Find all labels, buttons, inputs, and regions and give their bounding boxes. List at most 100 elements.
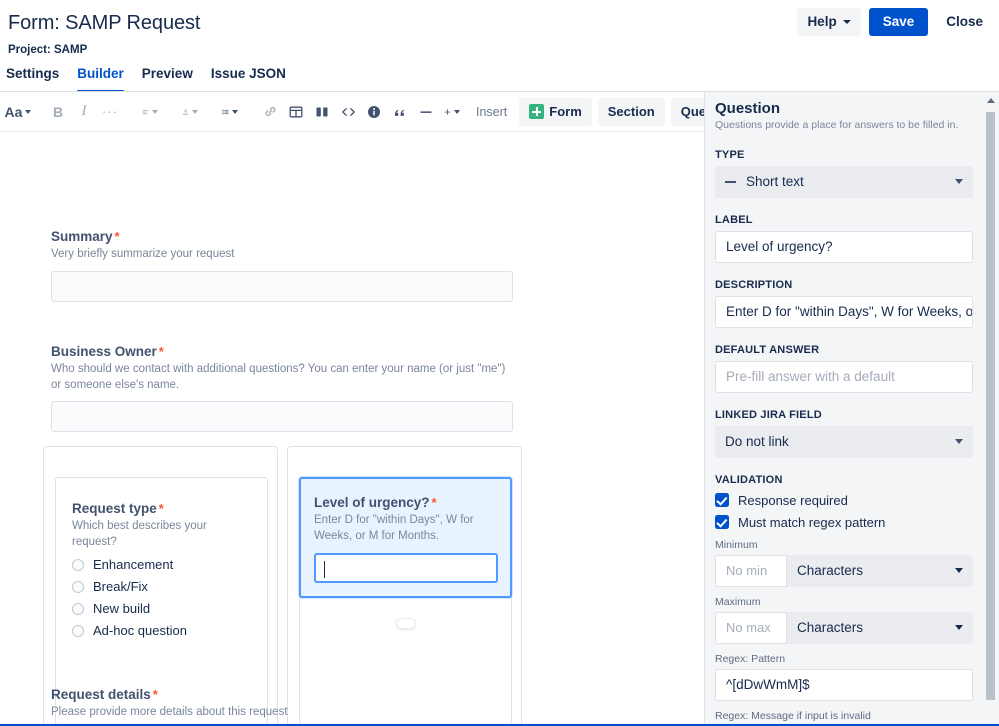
insert-form-button[interactable]: Form (519, 97, 592, 126)
columns-icon (316, 107, 328, 116)
plus-icon (444, 108, 451, 115)
code-icon (341, 107, 355, 116)
default-answer-input[interactable]: Pre-fill answer with a default (715, 360, 973, 393)
columns-button[interactable] (310, 99, 334, 125)
linked-jira-field-select[interactable]: Do not link (715, 425, 973, 458)
insert-label: Insert (476, 104, 508, 119)
required-asterisk: * (152, 687, 158, 702)
bold-button[interactable]: B (46, 99, 70, 125)
link-icon (265, 107, 275, 116)
chevron-down-icon (842, 20, 851, 24)
page-title: Form: SAMP Request (8, 12, 201, 34)
insert-question-label: Question (680, 104, 704, 119)
minimum-input[interactable]: No min (715, 554, 787, 587)
required-asterisk: * (114, 229, 120, 244)
business-owner-input[interactable] (51, 401, 513, 433)
add-question-handle[interactable] (396, 618, 416, 629)
divider-button[interactable] (414, 99, 438, 125)
radio-icon (72, 602, 84, 615)
must-match-regex-checkbox-row[interactable]: Must match regex pattern (715, 515, 973, 530)
radio-label: Break/Fix (93, 579, 148, 595)
urgency-label-text: Level of urgency? (314, 495, 430, 510)
help-button-label: Help (807, 14, 837, 29)
bulleted-list-icon (222, 109, 229, 114)
panel-scrollbar[interactable] (986, 98, 995, 720)
insert-question-button[interactable]: Question (670, 97, 704, 126)
radio-option-break-fix[interactable]: Break/Fix (72, 579, 253, 594)
radio-icon (72, 580, 84, 593)
info-icon (368, 105, 380, 118)
summary-description: Very briefly summarize your request (51, 248, 235, 260)
header-actions: Help Save Close (797, 8, 993, 36)
chevron-down-icon (25, 109, 32, 114)
minimum-unit-select[interactable]: Characters (787, 554, 973, 587)
help-button[interactable]: Help (797, 8, 861, 36)
regex-pattern-label: Regex: Pattern (715, 652, 786, 665)
radio-label: New build (93, 601, 151, 617)
description-input[interactable]: Enter D for "within Days", W for Weeks, … (715, 295, 973, 328)
text-align-button[interactable] (138, 99, 162, 125)
response-required-checkbox-row[interactable]: Response required (715, 493, 973, 508)
request-type-description: Which best describes your request? (72, 520, 207, 548)
table-button[interactable] (284, 99, 308, 125)
type-select[interactable]: Short text (715, 165, 973, 198)
question-card-level-of-urgency[interactable]: Level of urgency? * Enter D for "within D… (299, 477, 512, 598)
section-level-of-urgency[interactable]: Level of urgency? * Enter D for "within D… (287, 446, 522, 726)
add-more-button[interactable] (440, 99, 464, 125)
summary-input[interactable] (51, 270, 513, 302)
radio-option-new-build[interactable]: New build (72, 601, 253, 616)
minimum-unit-value: Characters (797, 563, 864, 579)
code-button[interactable] (336, 99, 360, 125)
radio-icon (72, 558, 84, 571)
radio-option-enhancement[interactable]: Enhancement (72, 557, 253, 572)
tab-settings[interactable]: Settings (6, 66, 59, 92)
default-answer-field-label: DEFAULT ANSWER (715, 343, 820, 356)
chevron-down-icon (955, 439, 963, 445)
text-style-label: Aa (4, 103, 23, 120)
align-left-icon (142, 109, 149, 114)
urgency-input[interactable] (314, 553, 498, 584)
request-type-label: Request type * (72, 501, 253, 516)
text-style-button[interactable]: Aa (4, 99, 32, 125)
maximum-input[interactable]: No max (715, 611, 787, 644)
panel-title: Question (715, 100, 781, 117)
quote-button[interactable] (388, 99, 412, 125)
list-button[interactable] (218, 99, 242, 125)
type-field-label: TYPE (715, 148, 745, 161)
tab-issue-json[interactable]: Issue JSON (211, 66, 286, 92)
plus-square-icon (529, 104, 545, 119)
nav-tabs: Settings Builder Preview Issue JSON (0, 66, 999, 92)
radio-label: Enhancement (93, 557, 174, 573)
ellipsis-icon: ··· (102, 104, 118, 119)
form-builder-app: Form: SAMP Request Project: SAMP Help Sa… (0, 0, 999, 726)
info-panel-button[interactable] (362, 99, 386, 125)
close-button[interactable]: Close (936, 8, 993, 36)
italic-button[interactable]: I (72, 99, 96, 125)
minimum-row: No min Characters (715, 554, 973, 587)
label-input[interactable]: Level of urgency? (715, 230, 973, 263)
minimum-label: Minimum (715, 538, 758, 551)
maximum-unit-select[interactable]: Characters (787, 611, 973, 644)
scrollbar-thumb[interactable] (986, 112, 995, 700)
scroll-up-arrow-icon[interactable] (987, 98, 995, 103)
business-owner-label-text: Business Owner (51, 344, 157, 359)
insert-section-button[interactable]: Section (597, 97, 665, 126)
regex-pattern-input[interactable]: ^[dDwWmM]$ (715, 668, 973, 701)
required-asterisk: * (431, 495, 437, 510)
maximum-unit-value: Characters (797, 620, 864, 636)
link-button[interactable] (258, 99, 282, 125)
summary-label: Summary * (51, 229, 513, 244)
tab-builder[interactable]: Builder (77, 66, 124, 92)
urgency-description: Enter D for "within Days", W for Weeks, … (314, 514, 474, 542)
section-request-type[interactable]: Request type * Which best describes your … (43, 446, 278, 726)
maximum-row: No max Characters (715, 611, 973, 644)
tab-preview[interactable]: Preview (142, 66, 193, 92)
text-color-button[interactable]: A (178, 99, 202, 125)
chevron-down-icon (454, 109, 460, 114)
checkbox-checked-icon (715, 515, 729, 530)
business-owner-label: Business Owner * (51, 344, 513, 359)
save-button[interactable]: Save (868, 8, 929, 36)
radio-option-ad-hoc-question[interactable]: Ad-hoc question (72, 623, 253, 638)
linked-jira-field-value: Do not link (725, 434, 789, 450)
more-formatting-button[interactable]: ··· (98, 99, 122, 125)
